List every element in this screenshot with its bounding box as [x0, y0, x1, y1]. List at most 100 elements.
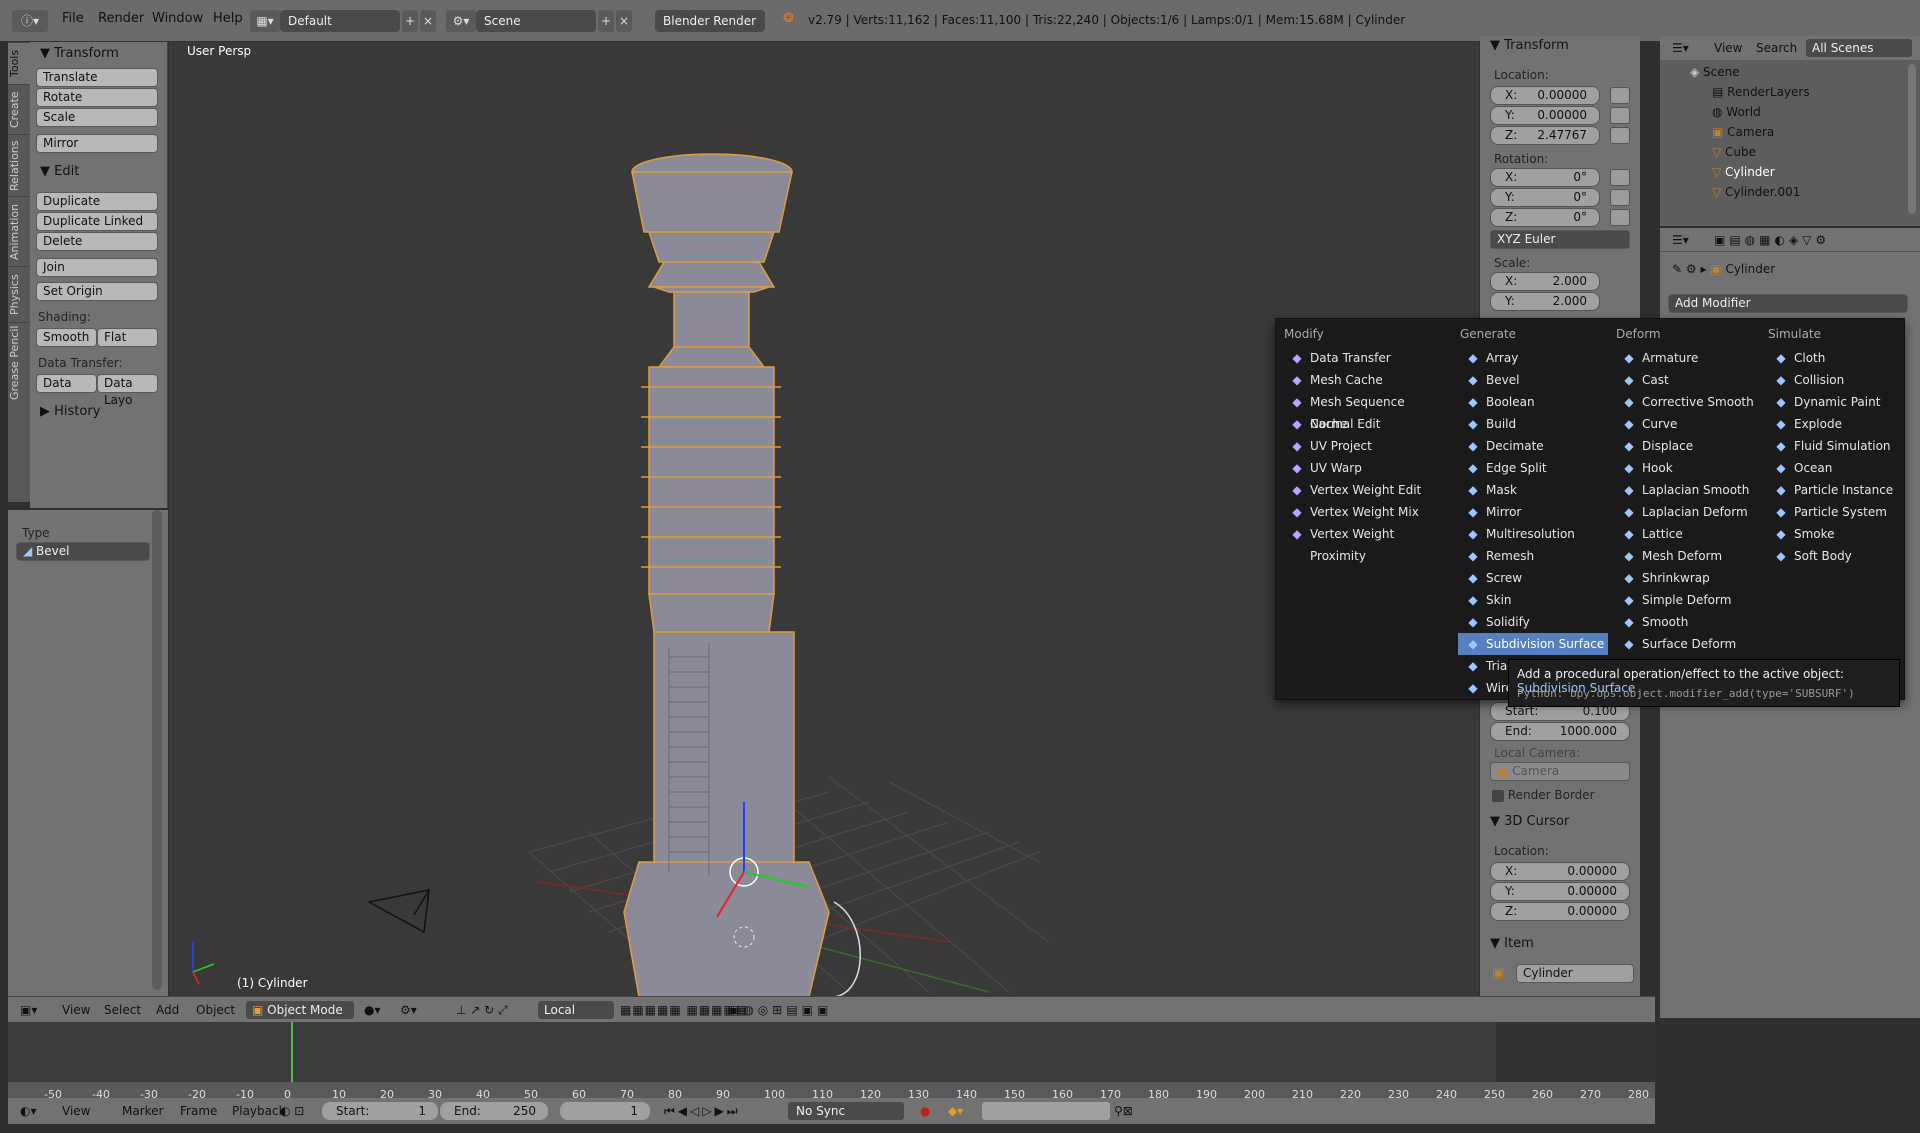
menu-item-skin[interactable]: ◆ Skin [1458, 589, 1608, 611]
tab-animation[interactable]: Animation [8, 196, 30, 266]
clip-end-field[interactable]: End: 1000.000 [1490, 722, 1630, 741]
scale-y-field[interactable]: Y: 2.000 [1490, 292, 1600, 311]
menu-item-particle-system[interactable]: ◆ Particle System [1766, 501, 1916, 523]
item-name-field[interactable]: Cylinder [1516, 964, 1634, 983]
loc-x-field[interactable]: X: 0.00000 [1490, 86, 1600, 105]
manipulator-icons[interactable]: ⊥ ↗ ↻ ⤢ [456, 1001, 508, 1019]
rot-z-field[interactable]: Z: 0° [1490, 208, 1600, 227]
playback-controls-icon[interactable]: ⏮◀◁▷▶⏭ [664, 1102, 741, 1120]
menu-item-multiresolution[interactable]: ◆ Multiresolution [1458, 523, 1608, 545]
outliner-row-scene[interactable]: ◈ Scene [1660, 62, 1905, 82]
delete-button[interactable]: Delete [36, 232, 158, 251]
transform-panel-header[interactable]: ▼ Transform [40, 46, 119, 61]
add-scene-icon[interactable]: + [598, 10, 614, 32]
menu-item-mesh-cache[interactable]: ◆ Mesh Cache [1282, 369, 1432, 391]
context-tabs-icon[interactable]: ▣▤◍▦◐◈▽⚙ [1714, 231, 1830, 249]
remove-scene-icon[interactable]: × [616, 10, 632, 32]
menu-item-remesh[interactable]: ◆ Remesh [1458, 545, 1608, 567]
menu-item-mesh-sequence-cache[interactable]: ◆ Mesh Sequence Cache [1282, 391, 1432, 431]
transform-n-header[interactable]: ▼ Transform [1490, 38, 1569, 53]
pivot-icon[interactable]: ⚙▾ [400, 1001, 417, 1019]
menu-item-mesh-deform[interactable]: ◆ Mesh Deform [1614, 545, 1764, 567]
tab-grease-pencil[interactable]: Grease Pencil [8, 322, 30, 402]
timeline-editor-icon[interactable]: ◐▾ [20, 1102, 37, 1120]
menu-render[interactable]: Render [98, 11, 144, 26]
menu-item-explode[interactable]: ◆ Explode [1766, 413, 1916, 435]
mirror-button[interactable]: Mirror [36, 134, 158, 153]
frame-menu[interactable]: Frame [180, 1102, 217, 1120]
tab-physics[interactable]: Physics [8, 266, 30, 322]
tab-create[interactable]: Create [8, 84, 30, 134]
local-camera-field[interactable]: ▣ Camera [1490, 762, 1630, 781]
menu-item-dynamic-paint[interactable]: ◆ Dynamic Paint [1766, 391, 1916, 413]
menu-item-armature[interactable]: ◆ Armature [1614, 347, 1764, 369]
menu-item-vertex-weight-proximity[interactable]: ◆ Vertex Weight Proximity [1282, 523, 1432, 563]
menu-item-shrinkwrap[interactable]: ◆ Shrinkwrap [1614, 567, 1764, 589]
menu-item-boolean[interactable]: ◆ Boolean [1458, 391, 1608, 413]
menu-item-hook[interactable]: ◆ Hook [1614, 457, 1764, 479]
menu-item-subdivision-surface[interactable]: ◆ Subdivision Surface [1458, 633, 1608, 655]
keyframe-icon[interactable]: ◆▾ [948, 1102, 963, 1120]
pin-icon[interactable]: ✎ [1672, 262, 1686, 276]
rot-y-field[interactable]: Y: 0° [1490, 188, 1600, 207]
menu-item-bevel[interactable]: ◆ Bevel [1458, 369, 1608, 391]
outliner-row-renderlayers[interactable]: ▤ RenderLayers [1660, 82, 1905, 102]
outliner-view-menu[interactable]: View [1714, 39, 1742, 57]
scale-button[interactable]: Scale [36, 108, 158, 127]
current-frame-line[interactable] [291, 1022, 293, 1082]
menu-item-build[interactable]: ◆ Build [1458, 413, 1608, 435]
menu-item-curve[interactable]: ◆ Curve [1614, 413, 1764, 435]
smooth-button[interactable]: Smooth [36, 328, 97, 347]
remove-layout-icon[interactable]: × [420, 10, 436, 32]
flat-button[interactable]: Flat [97, 328, 158, 347]
type-select[interactable]: ◢ Bevel [16, 542, 150, 561]
menu-item-mirror[interactable]: ◆ Mirror [1458, 501, 1608, 523]
properties-editor-icon[interactable]: ☰▾ [1672, 231, 1689, 249]
object-menu[interactable]: Object [196, 1001, 235, 1019]
translate-button[interactable]: Translate [36, 68, 158, 87]
rot-x-field[interactable]: X: 0° [1490, 168, 1600, 187]
duplicate-linked-button[interactable]: Duplicate Linked [36, 212, 158, 231]
outliner-editor-icon[interactable]: ☰▾ [1672, 39, 1689, 57]
menu-item-surface-deform[interactable]: ◆ Surface Deform [1614, 633, 1764, 655]
cursor-y-field[interactable]: Y: 0.00000 [1490, 882, 1630, 901]
menu-item-laplacian-deform[interactable]: ◆ Laplacian Deform [1614, 501, 1764, 523]
timeline-view-menu[interactable]: View [62, 1102, 90, 1120]
tab-tools[interactable]: Tools [8, 42, 30, 84]
menu-item-lattice[interactable]: ◆ Lattice [1614, 523, 1764, 545]
render-engine-select[interactable]: Blender Render [655, 10, 765, 32]
start-frame-field[interactable]: Start: 1 [322, 1102, 438, 1120]
add-modifier-select[interactable]: Add Modifier [1668, 294, 1908, 313]
cursor-z-field[interactable]: Z: 0.00000 [1490, 902, 1630, 921]
lock-icon[interactable] [1610, 189, 1630, 206]
marker-menu[interactable]: Marker [122, 1102, 163, 1120]
scene-field[interactable]: Scene [476, 10, 596, 32]
layout-field[interactable]: Default [280, 10, 400, 32]
add-menu[interactable]: Add [156, 1001, 179, 1019]
menu-item-mask[interactable]: ◆ Mask [1458, 479, 1608, 501]
layout-icon[interactable]: ▦▾ [250, 10, 280, 32]
lock-icon[interactable] [1610, 169, 1630, 186]
menu-item-cast[interactable]: ◆ Cast [1614, 369, 1764, 391]
menu-item-soft-body[interactable]: ◆ Soft Body [1766, 545, 1916, 567]
menu-item-corrective-smooth[interactable]: ◆ Corrective Smooth [1614, 391, 1764, 413]
menu-item-displace[interactable]: ◆ Displace [1614, 435, 1764, 457]
current-frame-field[interactable]: 1 [560, 1102, 650, 1120]
camera-object-icon[interactable] [366, 889, 430, 934]
loc-z-field[interactable]: Z: 2.47767 [1490, 126, 1600, 145]
menu-item-array[interactable]: ◆ Array [1458, 347, 1608, 369]
lock-icon[interactable] [1610, 209, 1630, 226]
item-panel-header[interactable]: ▼ Item [1490, 936, 1534, 951]
menu-item-smooth[interactable]: ◆ Smooth [1614, 611, 1764, 633]
timeline[interactable]: -50 -40 -30 -20 -10 0 10 20 30 40 50 60 70 80 90 100 110… [8, 1022, 1656, 1110]
history-panel-header[interactable]: ▶ History [40, 404, 100, 419]
view-menu[interactable]: View [62, 1001, 90, 1019]
display-mode-select[interactable]: All Scenes [1806, 39, 1912, 57]
render-border-checkbox[interactable]: Render Border [1492, 788, 1595, 802]
join-button[interactable]: Join [36, 258, 158, 277]
insert-keyframe-icon[interactable]: ⚲⊠ [1114, 1102, 1133, 1120]
menu-item-collision[interactable]: ◆ Collision [1766, 369, 1916, 391]
preview-range-icon[interactable]: ◐ ⊡ [280, 1102, 304, 1120]
scale-x-field[interactable]: X: 2.000 [1490, 272, 1600, 291]
loc-y-field[interactable]: Y: 0.00000 [1490, 106, 1600, 125]
